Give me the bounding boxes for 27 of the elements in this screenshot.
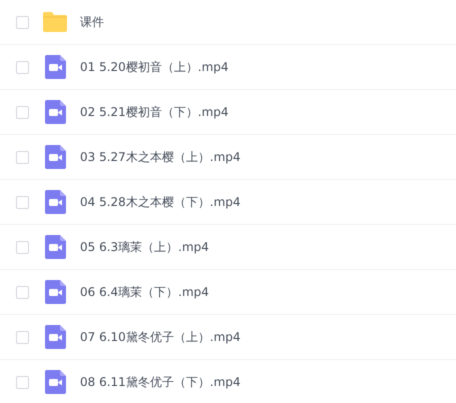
video-file-icon	[44, 280, 66, 304]
checkbox[interactable]	[16, 376, 29, 388]
checkbox[interactable]	[16, 106, 29, 118]
file-name[interactable]: 05 6.3璃茉（上）.mp4	[80, 238, 209, 256]
file-name[interactable]: 03 5.27木之本樱（上）.mp4	[80, 148, 241, 166]
file-name[interactable]: 01 5.20樱初音（上）.mp4	[80, 58, 229, 76]
video-file-icon	[44, 235, 66, 259]
folder-name[interactable]: 课件	[80, 13, 104, 31]
video-file-icon	[44, 145, 66, 169]
video-file-icon	[44, 55, 66, 79]
video-file-icon	[44, 190, 66, 214]
checkbox[interactable]	[16, 330, 29, 344]
file-name[interactable]: 04 5.28木之本樱（下）.mp4	[80, 193, 241, 211]
file-name[interactable]: 08 6.11黛冬优子（下）.mp4	[80, 373, 241, 391]
checkbox[interactable]	[16, 16, 29, 28]
folder-icon	[42, 12, 68, 32]
checkbox[interactable]	[16, 286, 29, 298]
checkbox[interactable]	[16, 240, 29, 254]
video-file-icon	[44, 325, 66, 349]
video-file-icon	[44, 100, 66, 124]
file-name[interactable]: 02 5.21樱初音（下）.mp4	[80, 103, 229, 121]
checkbox[interactable]	[16, 196, 29, 208]
checkbox[interactable]	[16, 60, 29, 74]
checkbox[interactable]	[16, 150, 29, 164]
video-file-icon	[44, 370, 66, 394]
file-name[interactable]: 07 6.10黛冬优子（上）.mp4	[80, 328, 241, 346]
file-name[interactable]: 06 6.4璃茉（下）.mp4	[80, 283, 209, 301]
